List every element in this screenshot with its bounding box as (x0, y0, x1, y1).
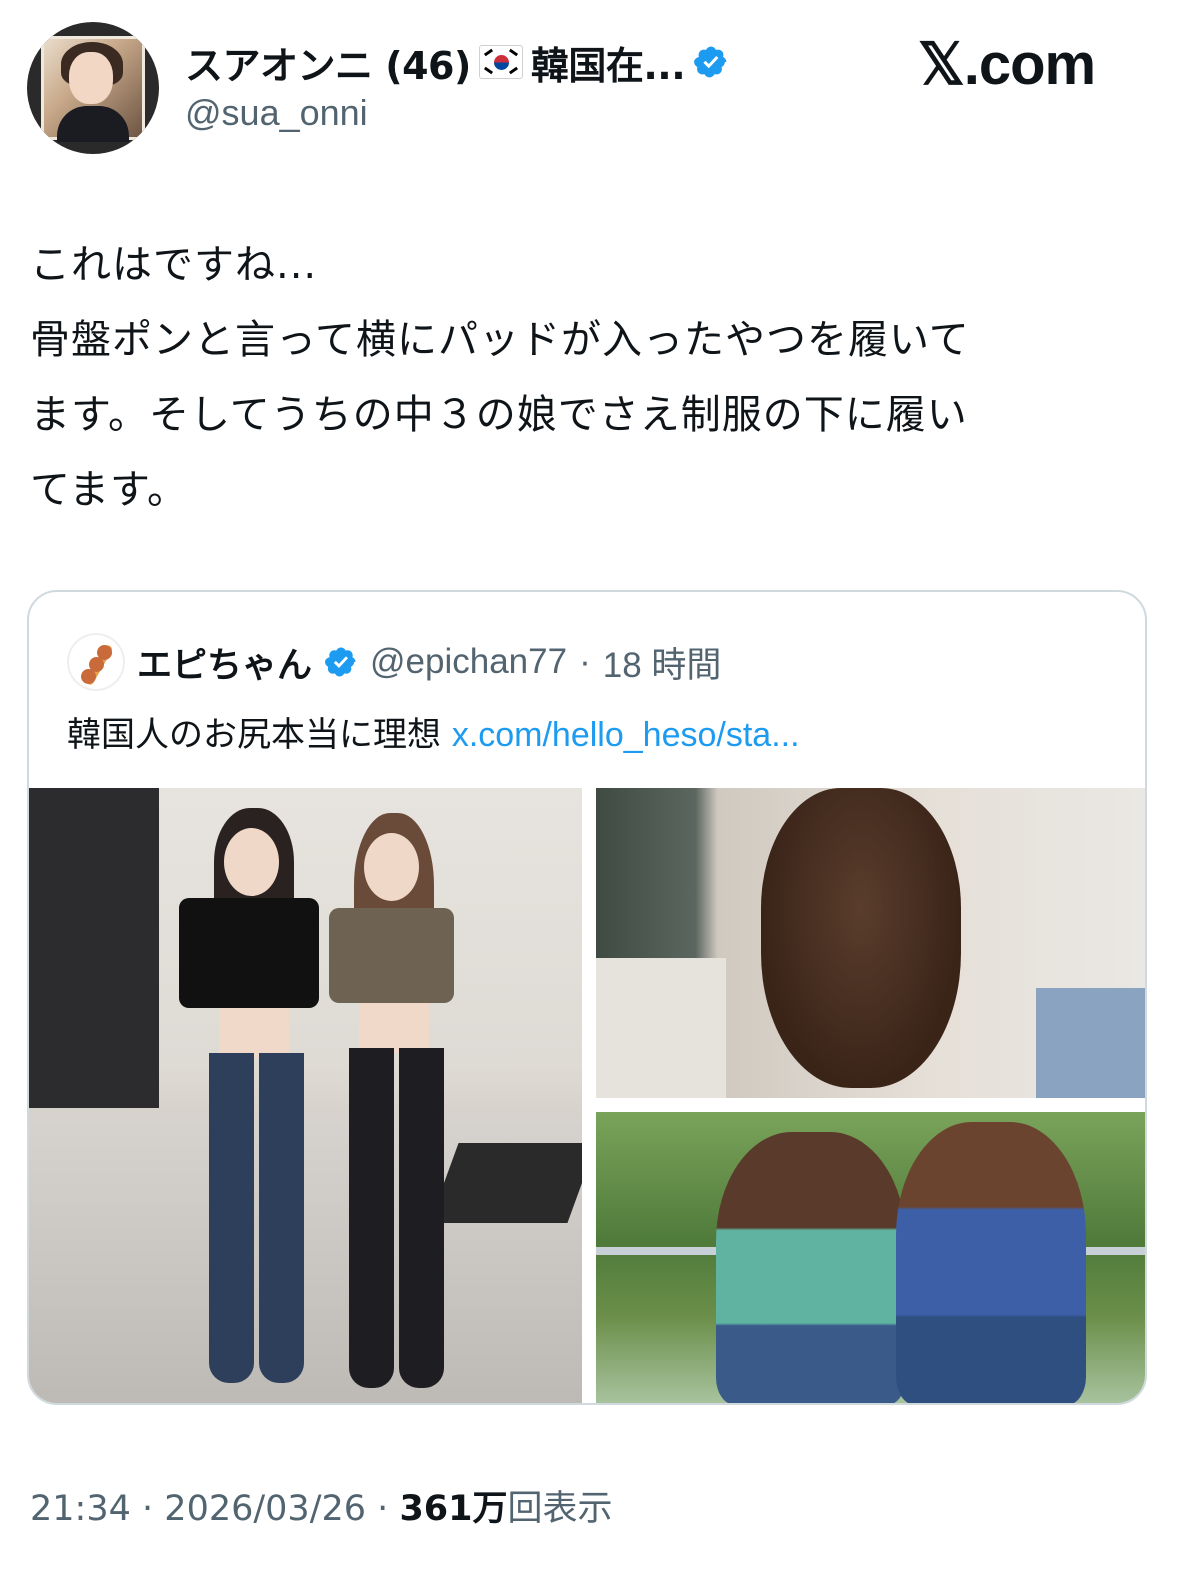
verified-badge-icon (325, 647, 356, 677)
author-name-suffix[interactable]: 韓国在... (531, 35, 686, 90)
quoted-tweet-card[interactable]: エピちゃん @epichan77 · 18 時間 韓国人のお尻本当に理想 x.c… (27, 590, 1147, 1405)
quote-text: 韓国人のお尻本当に理想 x.com/hello_heso/sta... (67, 707, 800, 756)
tweet-line: これはですね... (30, 242, 318, 288)
post-date[interactable]: 2026/03/26 (164, 1489, 366, 1529)
author-avatar[interactable] (27, 22, 159, 154)
author-display-name[interactable]: スアオンニ (46) (185, 35, 471, 90)
tweet-line: ます。そしてうちの中３の娘でさえ制服の下に履い (30, 392, 968, 438)
tweet-meta: 21:34 · 2026/03/26 · 361万回表示 (30, 1480, 613, 1531)
quote-header: エピちゃん @epichan77 · 18 時間 (67, 632, 721, 692)
author-name-row[interactable]: スアオンニ (46) 韓国在... (185, 34, 729, 90)
author-handle[interactable]: @sua_onni (185, 92, 368, 134)
views-count: 361万 (399, 1489, 508, 1529)
meta-separator: · (142, 1489, 154, 1529)
quote-time[interactable]: 18 時間 (603, 637, 722, 688)
quote-text-body: 韓国人のお尻本当に理想 (67, 715, 441, 755)
tweet-line: 骨盤ポンと言って横にパッドが入ったやつを履いて (30, 317, 970, 363)
quote-author-avatar[interactable] (67, 633, 125, 691)
quote-author-name[interactable]: エピちゃん (137, 637, 312, 688)
quote-link[interactable]: x.com/hello_heso/sta... (452, 716, 800, 754)
x-logo: 𝕏.com (918, 32, 1096, 97)
post-time[interactable]: 21:34 (30, 1489, 131, 1529)
tweet-line: てます。 (30, 467, 188, 513)
quote-photo-3[interactable] (596, 1112, 1145, 1403)
tweet-text: これはですね... 骨盤ポンと言って横にパッドが入ったやつを履いて ます。そして… (30, 228, 1140, 528)
avatar-face (69, 52, 113, 104)
south-korea-flag-icon (478, 45, 523, 79)
meta-separator: · (377, 1489, 389, 1529)
views-label: 回表示 (507, 1489, 613, 1529)
quote-author-handle[interactable]: @epichan77 (370, 642, 567, 682)
quote-separator: · (579, 642, 591, 681)
quote-photo-2[interactable] (596, 788, 1145, 1098)
quote-photo-1[interactable] (29, 788, 582, 1403)
verified-badge-icon (694, 46, 727, 78)
